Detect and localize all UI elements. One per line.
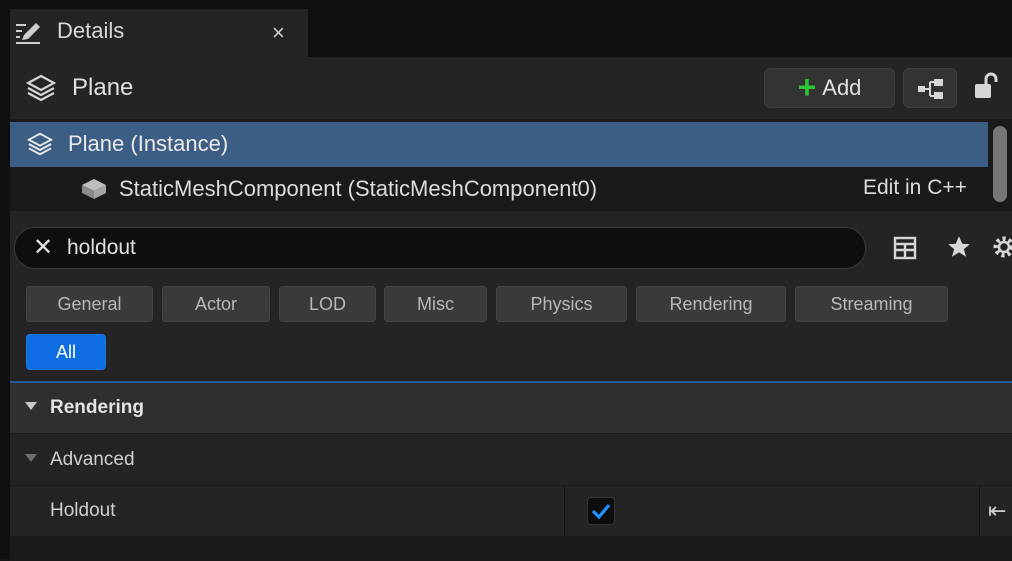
search-value: holdout <box>67 236 136 259</box>
expand-arrow-icon <box>25 402 37 410</box>
filter-chip-rendering[interactable]: Rendering <box>636 286 786 322</box>
edit-in-cpp-link[interactable]: Edit in C++ <box>863 176 967 200</box>
static-mesh-icon <box>82 179 106 199</box>
tree-row-component[interactable]: StaticMeshComponent (StaticMeshComponent… <box>10 167 988 211</box>
property-row-holdout: Holdout ⇤ <box>10 486 1012 537</box>
filter-chip-lod[interactable]: LOD <box>279 286 376 322</box>
checkmark-icon <box>591 503 611 520</box>
expand-arrow-icon <box>25 454 37 462</box>
subcategory-advanced[interactable]: Advanced <box>10 434 1012 486</box>
unlock-icon[interactable] <box>972 71 1002 101</box>
table-view-icon[interactable] <box>893 236 917 260</box>
actor-header: Plane + Add <box>10 57 1012 119</box>
tab-close-icon[interactable]: × <box>272 20 285 46</box>
blueprint-button[interactable] <box>903 68 957 108</box>
filter-chip-physics[interactable]: Physics <box>496 286 627 322</box>
add-component-button[interactable]: + Add <box>764 68 895 108</box>
column-divider <box>979 486 980 536</box>
category-rendering[interactable]: Rendering <box>10 383 1012 434</box>
tree-row-label: Plane (Instance) <box>68 131 229 156</box>
property-label: Holdout <box>50 500 116 521</box>
tab-details[interactable]: Details × <box>10 9 308 57</box>
tab-bar: Details × <box>0 0 1012 57</box>
tree-row-instance[interactable]: Plane (Instance) <box>10 122 988 167</box>
column-divider <box>564 486 565 536</box>
filter-chip-general[interactable]: General <box>26 286 153 322</box>
details-pencil-icon <box>16 23 40 44</box>
tree-scrollbar[interactable] <box>993 126 1007 202</box>
blueprint-hierarchy-icon <box>918 79 943 99</box>
category-label: Rendering <box>50 397 144 418</box>
clear-search-icon[interactable]: ✕ <box>33 233 53 262</box>
subcategory-label: Advanced <box>50 449 135 470</box>
filter-chip-misc[interactable]: Misc <box>384 286 487 322</box>
add-label: Add <box>822 75 862 100</box>
settings-gear-icon[interactable] <box>990 233 1012 261</box>
filter-chip-actor[interactable]: Actor <box>162 286 270 322</box>
actor-cube-icon <box>26 74 56 102</box>
window-edge <box>0 0 10 559</box>
tree-row-label: StaticMeshComponent (StaticMeshComponent… <box>119 176 598 201</box>
tab-title: Details <box>57 18 125 43</box>
filter-chip-all[interactable]: All <box>26 334 106 370</box>
holdout-checkbox[interactable] <box>587 497 615 525</box>
plus-icon: + <box>797 68 817 105</box>
filter-chip-streaming[interactable]: Streaming <box>795 286 948 322</box>
search-input[interactable]: ✕ holdout <box>14 227 866 269</box>
reset-to-default-icon[interactable]: ⇤ <box>988 498 1006 524</box>
actor-cube-icon <box>26 132 54 156</box>
actor-name: Plane <box>72 74 134 101</box>
favorites-star-icon[interactable] <box>945 234 973 260</box>
